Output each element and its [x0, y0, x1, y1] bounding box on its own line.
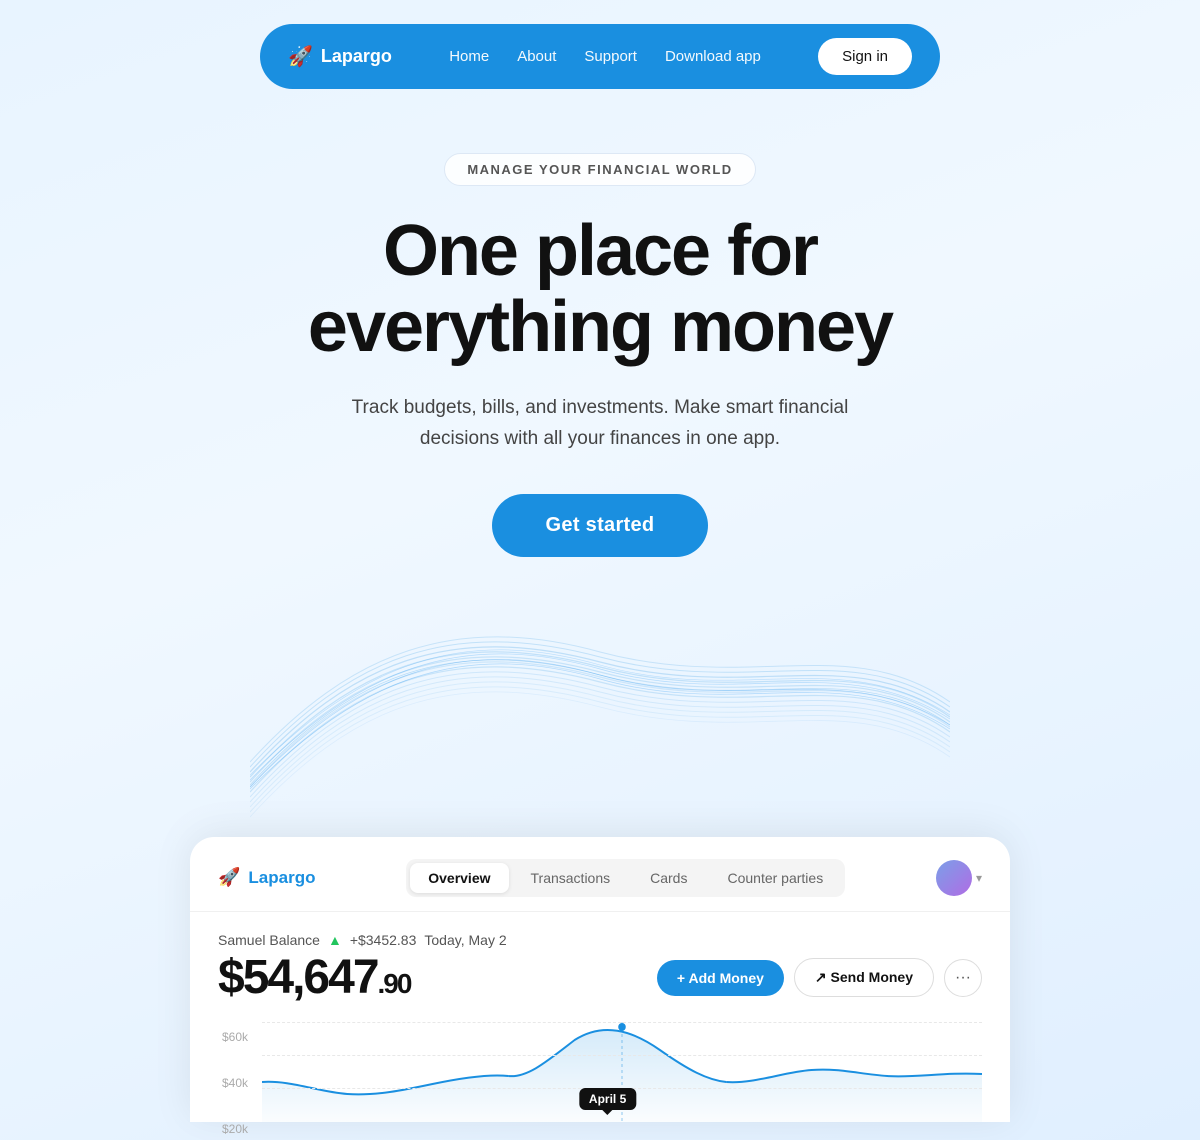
- hero-title-line2: everything money: [308, 287, 892, 367]
- avatar: [936, 860, 972, 896]
- tab-cards[interactable]: Cards: [632, 863, 705, 893]
- wave-decoration: [0, 617, 1200, 837]
- get-started-button[interactable]: Get started: [492, 494, 709, 557]
- signin-button[interactable]: Sign in: [818, 38, 912, 75]
- balance-date: Today, May 2: [424, 932, 506, 948]
- nav-logo-text: Lapargo: [321, 46, 392, 67]
- nav-link-download[interactable]: Download app: [665, 48, 761, 65]
- more-options-button[interactable]: ···: [944, 959, 982, 997]
- nav-link-support[interactable]: Support: [584, 48, 637, 65]
- chart-label-60k: $60k: [222, 1030, 248, 1044]
- chart-labels: $60k $40k $20k: [218, 1030, 248, 1136]
- card-tabs: Overview Transactions Cards Counter part…: [406, 859, 845, 897]
- balance-user: Samuel Balance: [218, 932, 320, 948]
- card-logo: 🚀 Lapargo: [218, 867, 315, 888]
- send-money-button[interactable]: ↗ Send Money: [794, 958, 934, 997]
- navbar: 🚀 Lapargo Home About Support Download ap…: [0, 0, 1200, 113]
- balance-actions: + Add Money ↗ Send Money ···: [657, 958, 982, 997]
- chart-tooltip: April 5: [579, 1088, 636, 1110]
- card-header: 🚀 Lapargo Overview Transactions Cards Co…: [190, 837, 1010, 912]
- balance-row: $54,647.90 + Add Money ↗ Send Money ···: [218, 954, 982, 1002]
- add-money-button[interactable]: + Add Money: [657, 960, 784, 996]
- grid-line-mid: [262, 1055, 982, 1056]
- tab-overview[interactable]: Overview: [410, 863, 508, 893]
- avatar-chevron-icon: ▾: [976, 871, 982, 885]
- nav-link-home[interactable]: Home: [449, 48, 489, 65]
- balance-meta: Samuel Balance ▲ +$3452.83 Today, May 2: [218, 932, 982, 948]
- nav-container: 🚀 Lapargo Home About Support Download ap…: [260, 24, 940, 89]
- balance-main: $54,647: [218, 954, 378, 1002]
- wave-svg: [250, 617, 950, 837]
- chart-wrap: April 5: [262, 1022, 982, 1122]
- avatar-wrap[interactable]: ▾: [936, 860, 982, 896]
- card-body: Samuel Balance ▲ +$3452.83 Today, May 2 …: [190, 912, 1010, 1122]
- hero-subtitle: Track budgets, bills, and investments. M…: [320, 393, 880, 454]
- nav-logo-icon: 🚀: [288, 44, 313, 69]
- balance-trend-icon: ▲: [328, 932, 342, 948]
- balance-amount: $54,647.90: [218, 954, 410, 1002]
- nav-link-about[interactable]: About: [517, 48, 556, 65]
- chart-area: $60k $40k $20k: [218, 1022, 982, 1122]
- card-logo-text: Lapargo: [248, 868, 315, 888]
- hero-title-line1: One place for: [383, 211, 817, 291]
- chart-label-40k: $40k: [222, 1076, 248, 1090]
- chart-label-20k: $20k: [222, 1122, 248, 1136]
- hero-badge: MANAGE YOUR FINANCIAL WORLD: [444, 153, 755, 186]
- dashboard-card: 🚀 Lapargo Overview Transactions Cards Co…: [190, 837, 1010, 1122]
- tab-transactions[interactable]: Transactions: [513, 863, 629, 893]
- hero-section: MANAGE YOUR FINANCIAL WORLD One place fo…: [0, 113, 1200, 557]
- tab-counter-parties[interactable]: Counter parties: [709, 863, 841, 893]
- card-logo-icon: 🚀: [218, 867, 240, 888]
- hero-title: One place for everything money: [250, 214, 950, 365]
- nav-logo: 🚀 Lapargo: [288, 44, 392, 69]
- nav-links: Home About Support Download app: [449, 48, 761, 65]
- balance-cents: .90: [378, 970, 411, 998]
- balance-change: +$3452.83: [350, 932, 417, 948]
- grid-line-top: [262, 1022, 982, 1023]
